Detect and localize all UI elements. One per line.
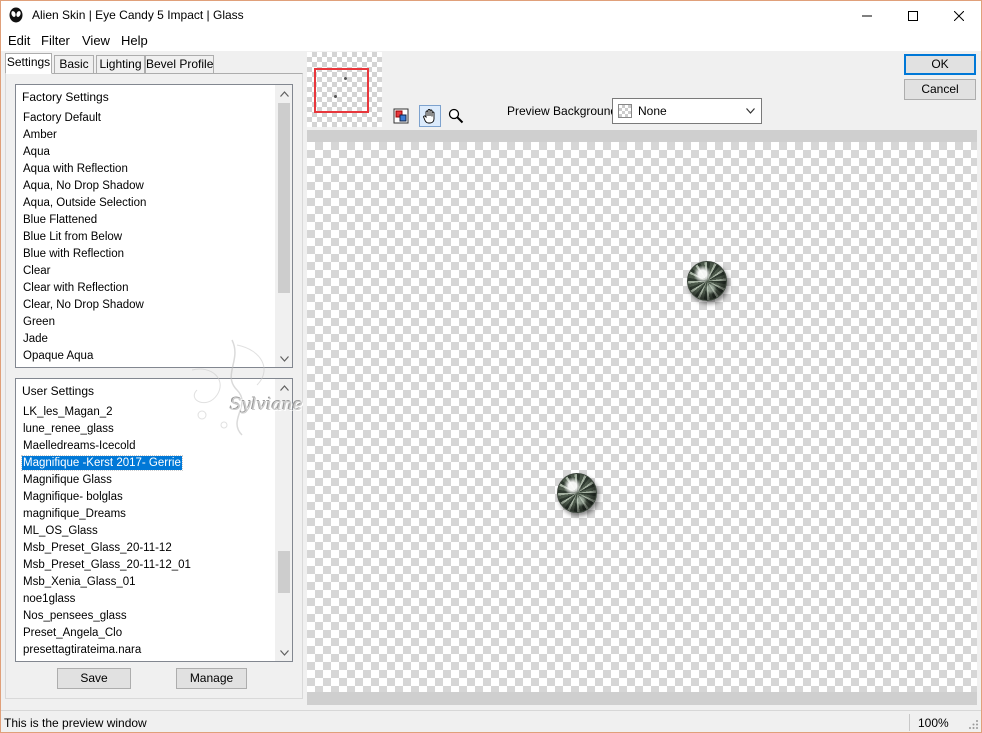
- list-item[interactable]: Aqua, No Drop Shadow: [22, 179, 145, 193]
- list-item[interactable]: magnifique_Dreams: [22, 507, 127, 521]
- list-item[interactable]: Amber: [22, 128, 58, 142]
- list-item[interactable]: Magnifique- bolglas: [22, 490, 124, 504]
- ok-button[interactable]: OK: [904, 54, 976, 75]
- user-scrollbar[interactable]: [275, 379, 292, 661]
- navigator-object-marker: [344, 77, 347, 80]
- factory-settings-list[interactable]: Factory Settings Factory Default Amber Aqu…: [15, 84, 293, 368]
- preview-background-select[interactable]: None: [612, 98, 762, 124]
- navigate-tool-button[interactable]: [390, 105, 412, 127]
- tab-basic[interactable]: Basic: [54, 55, 94, 74]
- list-item[interactable]: LK_les_Magan_2: [22, 405, 114, 419]
- minimize-button[interactable]: [844, 0, 890, 31]
- user-settings-list[interactable]: User Settings LK_les_Magan_2 lune_renee_g…: [15, 378, 293, 662]
- list-item[interactable]: Aqua, Outside Selection: [22, 196, 147, 210]
- menu-edit[interactable]: Edit: [8, 33, 30, 48]
- list-item[interactable]: Green: [22, 315, 56, 329]
- user-settings-header: User Settings: [22, 384, 95, 398]
- navigate-icon: [393, 108, 409, 124]
- hand-icon: [423, 109, 435, 124]
- menu-filter[interactable]: Filter: [41, 33, 70, 48]
- navigator-object-marker: [334, 95, 337, 98]
- navigator-viewport-rect[interactable]: [314, 68, 369, 113]
- manage-button[interactable]: Manage: [176, 668, 247, 689]
- list-item[interactable]: Clear, No Drop Shadow: [22, 298, 145, 312]
- menu-help[interactable]: Help: [121, 33, 148, 48]
- list-item[interactable]: Nos_pensees_glass: [22, 609, 128, 623]
- tab-settings[interactable]: Settings: [5, 53, 52, 74]
- list-item[interactable]: Aqua with Reflection: [22, 162, 129, 176]
- factory-scrollbar[interactable]: [275, 85, 292, 367]
- menu-view[interactable]: View: [82, 33, 110, 48]
- hand-tool-button[interactable]: [419, 105, 441, 127]
- scroll-down-button[interactable]: [276, 644, 292, 661]
- list-item[interactable]: Blue Flattened: [22, 213, 98, 227]
- preview-background-value: None: [638, 104, 667, 118]
- status-separator: [909, 714, 910, 731]
- maximize-button[interactable]: [890, 0, 936, 31]
- scroll-thumb[interactable]: [278, 551, 290, 593]
- zoom-icon: [448, 108, 464, 124]
- menu-bar: Edit Filter View Help: [0, 31, 982, 51]
- list-item[interactable]: Opaque Aqua: [22, 349, 94, 363]
- close-icon: [954, 10, 964, 21]
- glass-gem-preview: [557, 473, 597, 513]
- factory-settings-header: Factory Settings: [22, 90, 109, 104]
- status-text: This is the preview window: [4, 716, 147, 730]
- scroll-down-button[interactable]: [276, 350, 292, 367]
- list-item[interactable]: ML_OS_Glass: [22, 524, 99, 538]
- zoom-level: 100%: [918, 716, 949, 730]
- status-bar: This is the preview window 100%: [0, 710, 982, 733]
- chevron-down-icon: [280, 649, 289, 656]
- list-item[interactable]: Magnifique Glass: [22, 473, 113, 487]
- maximize-icon: [908, 10, 918, 21]
- chevron-up-icon: [280, 90, 289, 97]
- list-item[interactable]: Clear with Reflection: [22, 281, 129, 295]
- minimize-icon: [862, 15, 872, 16]
- scroll-up-button[interactable]: [276, 85, 292, 102]
- preview-background-label: Preview Background:: [507, 104, 621, 118]
- list-item[interactable]: Msb_Preset_Glass_20-11-12_01: [22, 558, 192, 572]
- tab-bevel-profile[interactable]: Bevel Profile: [145, 55, 214, 74]
- list-item[interactable]: Blue with Reflection: [22, 247, 125, 261]
- chevron-up-icon: [280, 384, 289, 391]
- chevron-down-icon: [280, 355, 289, 362]
- list-item[interactable]: Blue Lit from Below: [22, 230, 123, 244]
- transparency-swatch-icon: [618, 104, 632, 118]
- window-title: Alien Skin | Eye Candy 5 Impact | Glass: [32, 8, 244, 22]
- list-item[interactable]: Magnifique -Kerst 2017- Gerrie: [21, 455, 183, 471]
- glass-gem-preview: [687, 261, 727, 301]
- tab-lighting[interactable]: Lighting: [96, 55, 145, 74]
- list-item[interactable]: Factory Default: [22, 111, 102, 125]
- list-item[interactable]: lune_renee_glass: [22, 422, 115, 436]
- title-bar: Alien Skin | Eye Candy 5 Impact | Glass: [0, 0, 982, 31]
- list-item[interactable]: noe1glass: [22, 592, 76, 606]
- list-item[interactable]: Preset_Angela_Clo: [22, 626, 123, 640]
- zoom-tool-button[interactable]: [445, 105, 467, 127]
- scroll-up-button[interactable]: [276, 379, 292, 396]
- list-item[interactable]: Jade: [22, 332, 49, 346]
- preview-window[interactable]: [307, 142, 977, 692]
- close-button[interactable]: [936, 0, 982, 31]
- list-item[interactable]: Msb_Xenia_Glass_01: [22, 575, 137, 589]
- chevron-down-icon: [746, 108, 755, 114]
- alien-skin-app-icon: [8, 7, 24, 23]
- list-item[interactable]: Maelledreams-Icecold: [22, 439, 137, 453]
- save-button[interactable]: Save: [57, 668, 131, 689]
- list-item[interactable]: presettagtirateima.nara: [22, 643, 142, 657]
- scroll-thumb[interactable]: [278, 103, 290, 293]
- resize-grip-icon[interactable]: [969, 720, 979, 730]
- list-item[interactable]: Msb_Preset_Glass_20-11-12: [22, 541, 173, 555]
- list-item[interactable]: Aqua: [22, 145, 51, 159]
- list-item[interactable]: Clear: [22, 264, 51, 278]
- cancel-button[interactable]: Cancel: [904, 79, 976, 100]
